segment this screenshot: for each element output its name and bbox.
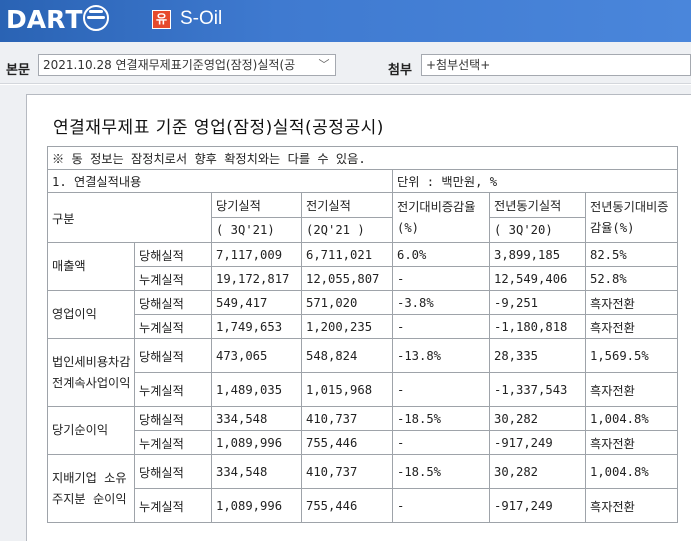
row-type: 당해실적: [134, 406, 212, 431]
previous-value: 755,446: [301, 430, 393, 455]
qoq-value: 6.0%: [392, 242, 490, 267]
yoy-value: 흑자전환: [585, 488, 678, 523]
header-qoq: 전기대비증감율(%): [392, 192, 490, 243]
attachment-select-value: +첨부선택+: [426, 58, 491, 72]
attachment-label: 첨부: [388, 63, 412, 78]
yoy-base-value: -917,249: [489, 430, 586, 455]
header-yoy: 전년동기대비증감율(%): [585, 192, 678, 243]
yoy-base-value: 12,549,406: [489, 266, 586, 291]
notice-cell: ※ 동 정보는 잠정치로서 향후 확정치와는 다를 수 있음.: [47, 146, 678, 170]
row-type: 당해실적: [134, 290, 212, 315]
yoy-value: 1,004.8%: [585, 454, 678, 489]
document-toolbar: 본문 2021.10.28 연결재무제표기준영업(잠정)실적(공 ﹀ 첨부 +첨…: [0, 42, 691, 84]
group-name: 당기순이익: [47, 406, 135, 455]
yoy-value: 흑자전환: [585, 314, 678, 339]
main-doc-label: 본문: [6, 63, 30, 78]
header-previous-1: 전기실적: [301, 192, 393, 218]
company-type-badge: 유: [152, 10, 171, 29]
qoq-value: -18.5%: [392, 454, 490, 489]
yoy-base-value: 28,335: [489, 338, 586, 373]
header-previous-2: (2Q'21 ): [301, 217, 393, 243]
group-name: 지배기업 소유주지분 순이익: [47, 454, 135, 523]
current-value: 1,489,035: [211, 372, 302, 407]
yoy-base-value: -1,180,818: [489, 314, 586, 339]
qoq-value: -: [392, 488, 490, 523]
qoq-value: -18.5%: [392, 406, 490, 431]
group-name: 영업이익: [47, 290, 135, 339]
company-name: S-Oil: [180, 8, 223, 29]
previous-value: 755,446: [301, 488, 393, 523]
previous-value: 548,824: [301, 338, 393, 373]
main-doc-select[interactable]: 2021.10.28 연결재무제표기준영업(잠정)실적(공 ﹀: [38, 54, 336, 76]
yoy-base-value: -917,249: [489, 488, 586, 523]
previous-value: 12,055,807: [301, 266, 393, 291]
yoy-value: 82.5%: [585, 242, 678, 267]
yoy-value: 1,569.5%: [585, 338, 678, 373]
qoq-value: -: [392, 430, 490, 455]
section-label: 1. 연결실적내용: [47, 169, 393, 193]
previous-value: 6,711,021: [301, 242, 393, 267]
row-type: 누계실적: [134, 372, 212, 407]
row-type: 당해실적: [134, 242, 212, 267]
qoq-value: -13.8%: [392, 338, 490, 373]
header-yoy-base-1: 전년동기실적: [489, 192, 586, 218]
group-name: 매출액: [47, 242, 135, 291]
header-current-1: 당기실적: [211, 192, 302, 218]
row-type: 누계실적: [134, 314, 212, 339]
row-type: 당해실적: [134, 454, 212, 489]
qoq-value: -3.8%: [392, 290, 490, 315]
app-header: DAR T 유 S-Oil: [0, 0, 691, 42]
qoq-value: -: [392, 266, 490, 291]
current-value: 1,089,996: [211, 430, 302, 455]
logo-letter-t: T: [65, 4, 83, 34]
current-value: 1,089,996: [211, 488, 302, 523]
globe-icon: [83, 5, 110, 31]
results-table: ※ 동 정보는 잠정치로서 향후 확정치와는 다를 수 있음. 1. 연결실적내…: [47, 146, 678, 523]
previous-value: 1,200,235: [301, 314, 393, 339]
attachment-select[interactable]: +첨부선택+: [421, 54, 691, 76]
qoq-value: -: [392, 314, 490, 339]
main-doc-select-value: 2021.10.28 연결재무제표기준영업(잠정)실적(공: [43, 58, 296, 72]
group-name: 법인세비용차감전계속사업이익: [47, 338, 135, 407]
yoy-base-value: -9,251: [489, 290, 586, 315]
previous-value: 410,737: [301, 454, 393, 489]
current-value: 334,548: [211, 454, 302, 489]
row-type: 누계실적: [134, 266, 212, 291]
row-type: 누계실적: [134, 488, 212, 523]
yoy-value: 1,004.8%: [585, 406, 678, 431]
current-value: 1,749,653: [211, 314, 302, 339]
chevron-down-icon: ﹀: [317, 55, 331, 75]
current-value: 19,172,817: [211, 266, 302, 291]
document-viewer[interactable]: 연결재무제표 기준 영업(잠정)실적(공정공시) ※ 동 정보는 잠정치로서 향…: [26, 94, 691, 541]
yoy-value: 52.8%: [585, 266, 678, 291]
logo-text: DAR: [6, 4, 66, 34]
document-title: 연결재무제표 기준 영업(잠정)실적(공정공시): [53, 118, 384, 138]
qoq-value: -: [392, 372, 490, 407]
yoy-base-value: 30,282: [489, 406, 586, 431]
current-value: 473,065: [211, 338, 302, 373]
row-type: 당해실적: [134, 338, 212, 373]
dart-logo[interactable]: DAR T: [6, 4, 110, 34]
yoy-value: 흑자전환: [585, 290, 678, 315]
row-type: 누계실적: [134, 430, 212, 455]
yoy-base-value: 30,282: [489, 454, 586, 489]
previous-value: 410,737: [301, 406, 393, 431]
header-current-2: ( 3Q'21): [211, 217, 302, 243]
yoy-value: 흑자전환: [585, 430, 678, 455]
unit-label: 단위 : 백만원, %: [392, 169, 678, 193]
current-value: 7,117,009: [211, 242, 302, 267]
header-category: 구분: [47, 192, 212, 243]
yoy-base-value: -1,337,543: [489, 372, 586, 407]
previous-value: 571,020: [301, 290, 393, 315]
current-value: 549,417: [211, 290, 302, 315]
current-value: 334,548: [211, 406, 302, 431]
yoy-value: 흑자전환: [585, 372, 678, 407]
header-yoy-base-2: ( 3Q'20): [489, 217, 586, 243]
previous-value: 1,015,968: [301, 372, 393, 407]
yoy-base-value: 3,899,185: [489, 242, 586, 267]
